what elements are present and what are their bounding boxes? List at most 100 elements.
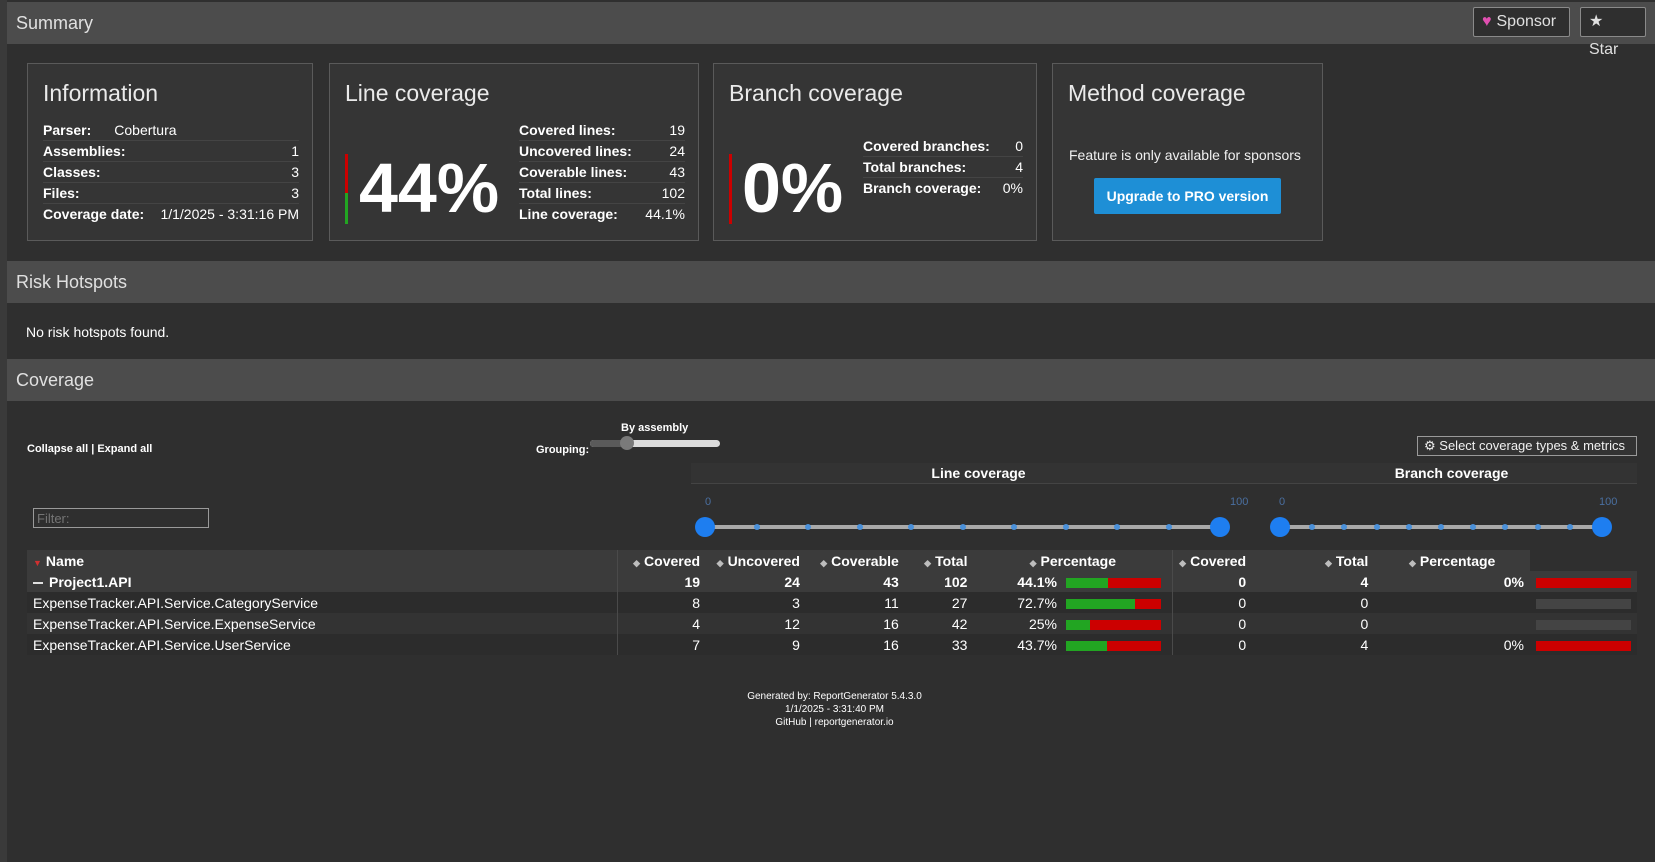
- branch-total-cell: 4: [1252, 634, 1375, 655]
- sort-icon: ◆: [1179, 557, 1187, 568]
- range-tick: [1405, 524, 1412, 530]
- column-header-line-coverable[interactable]: ◆ Coverable: [805, 550, 905, 571]
- line-coverage-table: Covered lines: 19 Uncovered lines: 24 Cove…: [519, 120, 685, 225]
- collapse-icon[interactable]: [33, 581, 43, 584]
- line-coverage-bar-cell: [1062, 634, 1173, 655]
- info-key: Classes:: [43, 164, 101, 180]
- line-coverage-uncovered-bar: [345, 154, 348, 193]
- information-card: Information Parser: Cobertura Assemblies…: [27, 63, 313, 241]
- info-key: Files:: [43, 185, 80, 201]
- select-metrics-button[interactable]: ⚙ Select coverage types & metrics: [1417, 436, 1637, 456]
- line-coverage-bar: [1065, 577, 1161, 588]
- footer-date: 1/1/2025 - 3:31:40 PM: [785, 704, 884, 715]
- branch-coverage-card: Branch coverage 0% Covered branches: 0 To…: [713, 63, 1037, 241]
- grouping-slider[interactable]: [590, 436, 720, 450]
- coverage-table: ▼ Name ◆ Covered ◆ Uncovered ◆ Coverable ◆ To…: [27, 550, 1637, 655]
- line-coverage-title: Line coverage: [345, 80, 490, 106]
- column-label: Uncovered: [727, 552, 800, 569]
- line-value: 24: [669, 143, 685, 159]
- line-key: Covered lines:: [519, 122, 616, 138]
- column-header-branch-total[interactable]: ◆ Total: [1252, 550, 1375, 571]
- branch-value: 4: [1015, 159, 1023, 175]
- star-label: Star: [1589, 41, 1619, 58]
- info-key: Coverage date:: [43, 206, 145, 222]
- left-edge: [0, 0, 7, 862]
- assembly-row[interactable]: Project1.API 19 24 43 102 44.1% 0 4 0%: [27, 571, 1637, 592]
- grouping-label: Grouping:: [536, 444, 590, 456]
- class-name-cell[interactable]: ExpenseTracker.API.Service.ExpenseServic…: [27, 613, 618, 634]
- line-coverage-range-slider[interactable]: 0 100: [691, 484, 1266, 550]
- branch-key: Branch coverage:: [863, 180, 982, 196]
- risk-hotspots-header: Risk Hotspots: [7, 261, 1655, 303]
- line-coverage-bar-cell: [1062, 571, 1173, 592]
- branch-covered-cell: 0: [1172, 592, 1253, 613]
- filter-input[interactable]: [33, 508, 209, 528]
- range-tick: [1165, 524, 1172, 530]
- sort-icon: ◆: [1408, 557, 1416, 568]
- star-button[interactable]: ★ Star: [1580, 7, 1646, 58]
- range-max-handle[interactable]: [1592, 517, 1612, 537]
- column-header-line-uncovered[interactable]: ◆ Uncovered: [706, 550, 806, 571]
- table-row[interactable]: ExpenseTracker.API.Service.UserService 7…: [27, 634, 1637, 655]
- column-header-name[interactable]: ▼ Name: [27, 550, 618, 571]
- branch-coverage-range-slider[interactable]: 0 100: [1266, 484, 1637, 550]
- expand-all-link[interactable]: Expand all: [97, 443, 152, 455]
- range-min-handle[interactable]: [695, 517, 715, 537]
- branch-row: Covered branches: 0: [863, 136, 1023, 157]
- table-header-row: ▼ Name ◆ Covered ◆ Uncovered ◆ Coverable ◆ To…: [27, 550, 1637, 571]
- branch-coverage-bar: [1536, 598, 1631, 609]
- line-value: 19: [669, 122, 685, 138]
- branch-value: 0%: [1002, 180, 1023, 196]
- method-coverage-card: Method coverage Feature is only availabl…: [1052, 63, 1323, 241]
- line-coverage-covered-bar: [345, 193, 348, 224]
- info-value: 3: [291, 164, 299, 180]
- branch-row: Total branches: 4: [863, 157, 1023, 178]
- range-min-handle[interactable]: [1270, 517, 1290, 537]
- class-name-cell[interactable]: ExpenseTracker.API.Service.UserService: [27, 634, 618, 655]
- table-row[interactable]: ExpenseTracker.API.Service.CategoryServi…: [27, 592, 1637, 613]
- website-link[interactable]: reportgenerator.io: [815, 717, 894, 728]
- line-percentage-cell: 72.7%: [973, 592, 1063, 613]
- column-label: Percentage: [1040, 552, 1117, 569]
- column-header-line-covered[interactable]: ◆ Covered: [616, 550, 707, 571]
- line-coverage-percent: 44%: [359, 149, 500, 227]
- sponsor-button[interactable]: ♥ Sponsor: [1473, 7, 1570, 37]
- sort-icon: ◆: [820, 557, 828, 568]
- line-total-cell: 27: [904, 592, 974, 613]
- column-header-branch-percentage[interactable]: ◆ Percentage: [1374, 550, 1530, 571]
- column-label: Name: [45, 552, 85, 569]
- range-tick: [1534, 524, 1541, 530]
- branch-coverage-uncovered-bar: [729, 154, 732, 224]
- table-row[interactable]: ExpenseTracker.API.Service.ExpenseServic…: [27, 613, 1637, 634]
- assembly-name-cell[interactable]: Project1.API: [27, 571, 618, 592]
- column-header-line-total[interactable]: ◆ Total: [904, 550, 974, 571]
- branch-coverage-percent: 0%: [742, 149, 844, 227]
- line-uncovered-cell: 24: [706, 571, 806, 592]
- column-header-line-percentage[interactable]: ◆ Percentage: [973, 550, 1173, 571]
- line-row: Line coverage: 44.1%: [519, 204, 685, 225]
- range-tick: [1470, 524, 1477, 530]
- assembly-name: Project1.API: [49, 573, 132, 590]
- github-link[interactable]: GitHub: [775, 717, 806, 728]
- line-coverable-cell: 16: [805, 634, 905, 655]
- footer-links: GitHub | reportgenerator.io: [775, 717, 894, 728]
- branch-coverage-bar-cell: [1530, 613, 1637, 634]
- collapse-all-link[interactable]: Collapse all: [27, 443, 88, 455]
- line-key: Coverable lines:: [519, 164, 628, 180]
- upgrade-pro-button[interactable]: Upgrade to PRO version: [1094, 178, 1281, 214]
- branch-coverage-title: Branch coverage: [729, 80, 903, 106]
- summary-title: Summary: [16, 13, 94, 33]
- range-max-handle[interactable]: [1210, 517, 1230, 537]
- select-metrics-label: Select coverage types & metrics: [1439, 438, 1625, 453]
- line-total-cell: 42: [904, 613, 974, 634]
- grouping-slider-handle[interactable]: [620, 436, 634, 450]
- line-coverage-bar: [1065, 640, 1161, 651]
- covered-fill: [1065, 577, 1108, 588]
- star-icon: ★: [1589, 13, 1604, 30]
- branch-coverage-bar: [1536, 577, 1631, 588]
- branch-value: 0: [1015, 138, 1023, 154]
- line-row: Total lines: 102: [519, 183, 685, 204]
- column-header-branch-covered[interactable]: ◆ Covered: [1172, 550, 1253, 571]
- info-row-parser: Parser: Cobertura: [43, 120, 299, 141]
- class-name-cell[interactable]: ExpenseTracker.API.Service.CategoryServi…: [27, 592, 618, 613]
